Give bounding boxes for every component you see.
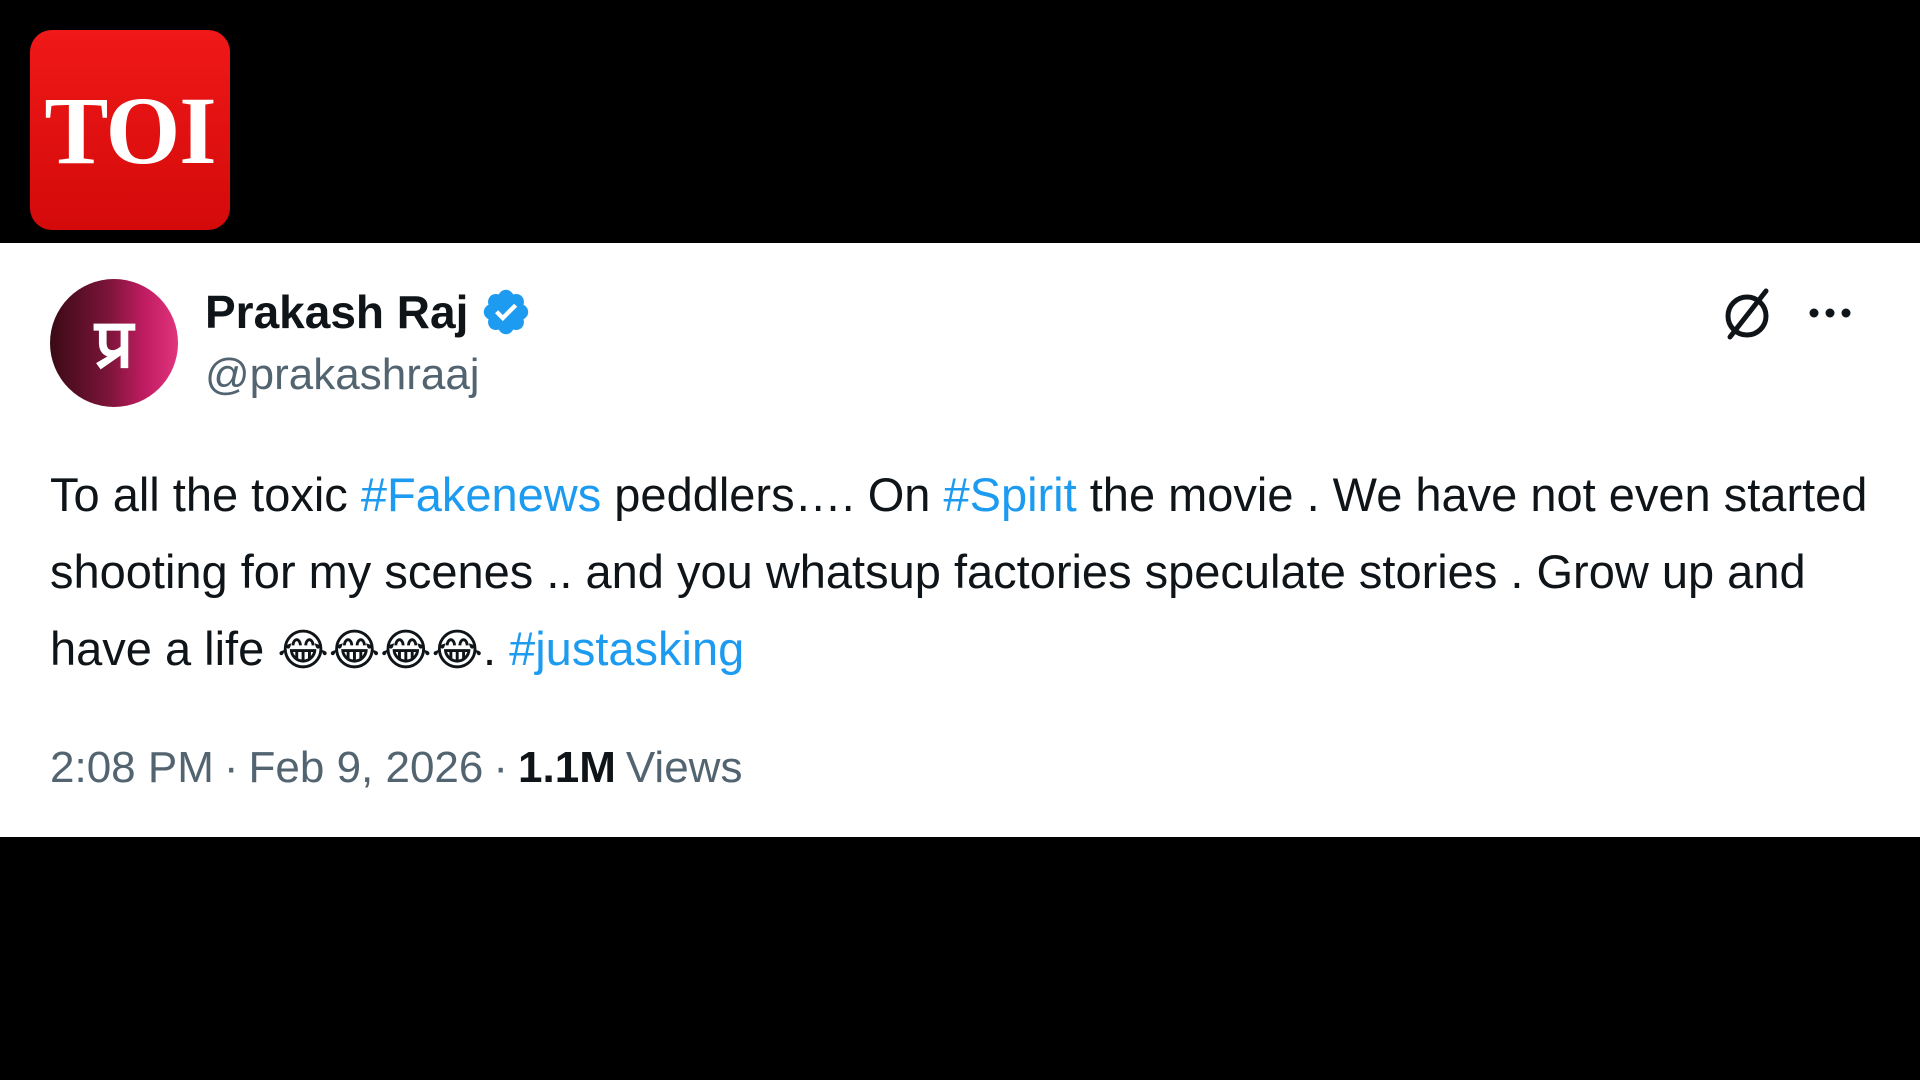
tweet-text-segment: peddlers…. On [601,468,944,521]
tweet-date[interactable]: Feb 9, 2026 [249,743,484,793]
avatar-monogram-icon: प्र [93,305,136,381]
more-icon[interactable] [1804,293,1856,333]
toi-logo-text: TOI [44,76,216,184]
verified-badge-icon[interactable] [480,286,532,338]
views-label[interactable]: Views [626,743,743,793]
tweet-time[interactable]: 2:08 PM [50,743,214,793]
tweet-text-segment: . [482,622,510,675]
avatar-text: प्र [93,305,136,381]
views-count[interactable]: 1.1M [518,743,616,793]
author-name-row[interactable]: Prakash Raj [205,285,532,339]
laughing-emoji-group: 😂😂😂😂 [277,625,483,676]
tweet-text: To all the toxic #Fakenews peddlers…. On… [50,456,1870,689]
avatar[interactable]: प्र [50,279,178,407]
tweet-text-segment: To all the toxic [50,468,361,521]
hashtag-link-fakenews[interactable]: #Fakenews [361,468,601,521]
meta-separator: · [223,743,239,792]
tweet-card: प्र Prakash Raj @prakashraaj To all the … [0,243,1920,837]
author-display-name[interactable]: Prakash Raj [205,285,468,339]
grok-icon[interactable] [1718,285,1776,343]
meta-separator: · [493,743,509,792]
tweet-meta: 2:08 PM · Feb 9, 2026 · 1.1M Views [50,743,742,793]
toi-logo: TOI [30,30,230,230]
author-handle[interactable]: @prakashraaj [205,350,480,400]
hashtag-link-spirit[interactable]: #Spirit [943,468,1076,521]
hashtag-link-justasking[interactable]: #justasking [509,622,744,675]
